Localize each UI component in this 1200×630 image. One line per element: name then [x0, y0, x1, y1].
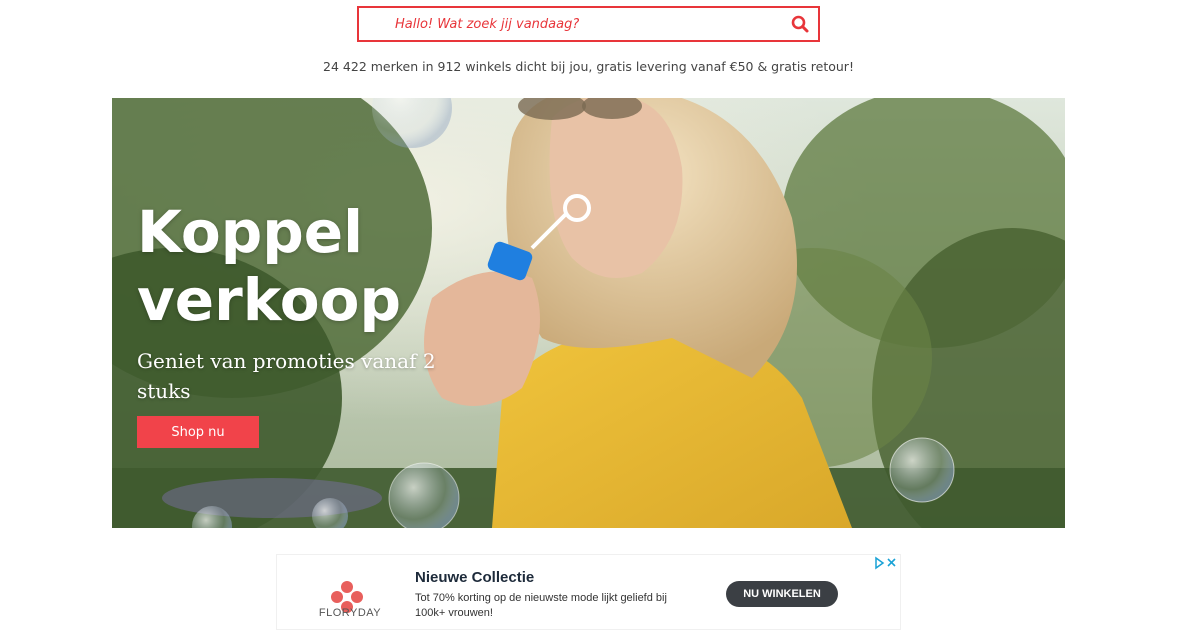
ad-brand: FLORYDAY: [318, 607, 382, 619]
ad-cta-button[interactable]: NU WINKELEN: [726, 581, 838, 607]
ad-banner[interactable]: FLORYDAY Nieuwe Collectie Tot 70% kortin…: [276, 554, 901, 630]
search-box[interactable]: [357, 6, 820, 42]
tagline: 24 422 merken in 912 winkels dicht bij j…: [323, 59, 854, 74]
search-input[interactable]: [395, 8, 775, 40]
search-icon[interactable]: [790, 14, 810, 34]
ad-choices-icon[interactable]: [874, 556, 898, 570]
hero-banner[interactable]: Koppel verkoop Geniet van promoties vana…: [112, 98, 1065, 528]
ad-description: Tot 70% korting op de nieuwste mode lijk…: [415, 592, 667, 619]
ad-title[interactable]: Nieuwe Collectie: [415, 569, 534, 586]
shop-now-button[interactable]: Shop nu: [137, 416, 259, 448]
hero-subtitle: Geniet van promoties vanaf 2 stuks: [137, 349, 436, 403]
hero-title: Koppel verkoop: [137, 198, 401, 334]
